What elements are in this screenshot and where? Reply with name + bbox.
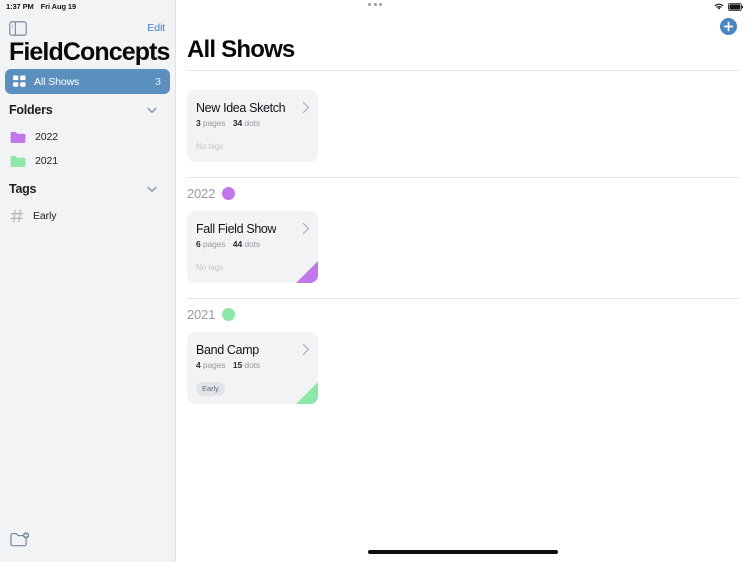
home-indicator[interactable] <box>368 550 558 554</box>
show-card[interactable]: Band Camp 4 pages 15 dots Early <box>187 332 318 404</box>
show-card-no-tags: No tags <box>196 142 224 151</box>
show-card-pages-count: 4 <box>196 360 201 370</box>
group-header-2021: 2021 <box>187 307 236 322</box>
sidebar-section-folders-header[interactable]: Folders <box>9 103 169 117</box>
group-color-dot <box>222 187 236 200</box>
show-card-meta: 6 pages 44 dots <box>196 239 260 249</box>
show-card[interactable]: New Idea Sketch 3 pages 34 dots No tags <box>187 90 318 162</box>
show-card-dots-label: dots <box>244 239 261 249</box>
show-card-meta: 3 pages 34 dots <box>196 118 260 128</box>
folder-icon <box>10 155 26 167</box>
sidebar: Edit FieldConcepts All Shows 3 Folders 2… <box>0 0 176 562</box>
sidebar-item-tag-early-label: Early <box>33 210 57 222</box>
chevron-down-icon[interactable] <box>147 107 157 114</box>
show-card-footer: No tags <box>196 257 223 275</box>
sidebar-section-tags-title: Tags <box>9 182 37 196</box>
main-content: All Shows New Idea Sketch 3 pages 34 dot… <box>176 0 750 562</box>
chevron-right-icon[interactable] <box>302 343 310 356</box>
show-card-tag-badge[interactable]: Early <box>196 381 225 396</box>
add-plus-icon[interactable] <box>720 18 737 35</box>
divider <box>187 298 739 299</box>
sidebar-item-folder-2022[interactable]: 2022 <box>10 127 166 147</box>
divider <box>187 177 739 178</box>
sidebar-item-folder-2022-label: 2022 <box>35 131 58 143</box>
show-card-pages-label: pages <box>202 118 226 128</box>
folder-color-corner <box>296 382 318 404</box>
grid-icon <box>13 75 26 87</box>
show-card-dots-label: dots <box>244 118 261 128</box>
show-card-title: New Idea Sketch <box>196 101 286 115</box>
sidebar-item-all-shows[interactable]: All Shows 3 <box>5 69 170 94</box>
show-card-dots-count: 34 <box>232 118 243 128</box>
show-card-footer: No tags <box>196 136 223 154</box>
sidebar-toggle-icon[interactable] <box>9 20 27 36</box>
show-card-pages-label: pages <box>202 239 226 249</box>
hash-icon <box>10 209 24 223</box>
divider <box>187 70 739 71</box>
sidebar-item-all-shows-label: All Shows <box>34 75 80 88</box>
app-title: FieldConcepts <box>9 38 170 66</box>
chevron-down-icon[interactable] <box>147 186 157 193</box>
show-card-title: Band Camp <box>196 343 259 357</box>
show-card-pages-label: pages <box>202 360 226 370</box>
folder-icon <box>10 131 26 143</box>
show-card-pages-count: 3 <box>196 118 201 128</box>
show-card-meta: 4 pages 15 dots <box>196 360 260 370</box>
group-header-2022: 2022 <box>187 186 236 201</box>
show-card-dots-count: 44 <box>232 239 243 249</box>
chevron-right-icon[interactable] <box>302 101 310 114</box>
chevron-right-icon[interactable] <box>302 222 310 235</box>
show-card-no-tags: No tags <box>196 263 224 272</box>
new-folder-icon[interactable] <box>10 531 30 549</box>
group-color-dot <box>222 308 236 321</box>
sidebar-section-tags-header[interactable]: Tags <box>9 182 169 196</box>
show-card-dots-count: 15 <box>232 360 243 370</box>
sidebar-item-tag-early[interactable]: Early <box>10 206 166 226</box>
edit-button[interactable]: Edit <box>147 22 165 34</box>
sidebar-toolbar: Edit <box>0 16 176 40</box>
sidebar-item-folder-2021-label: 2021 <box>35 155 58 167</box>
show-card-pages-count: 6 <box>196 239 201 249</box>
show-card-footer: Early <box>196 378 225 396</box>
sidebar-item-folder-2021[interactable]: 2021 <box>10 151 166 171</box>
show-card-dots-label: dots <box>244 360 261 370</box>
page-title: All Shows <box>187 36 295 63</box>
show-card-title: Fall Field Show <box>196 222 277 236</box>
folder-color-corner <box>296 261 318 283</box>
sidebar-item-all-shows-count: 3 <box>155 75 161 88</box>
app-window: 1:37 PM Fri Aug 19 Edit FieldConcepts Al… <box>0 0 750 562</box>
sidebar-section-folders-title: Folders <box>9 103 53 117</box>
show-card[interactable]: Fall Field Show 6 pages 44 dots No tags <box>187 211 318 283</box>
group-header-name: 2022 <box>187 186 216 201</box>
group-header-name: 2021 <box>187 307 216 322</box>
